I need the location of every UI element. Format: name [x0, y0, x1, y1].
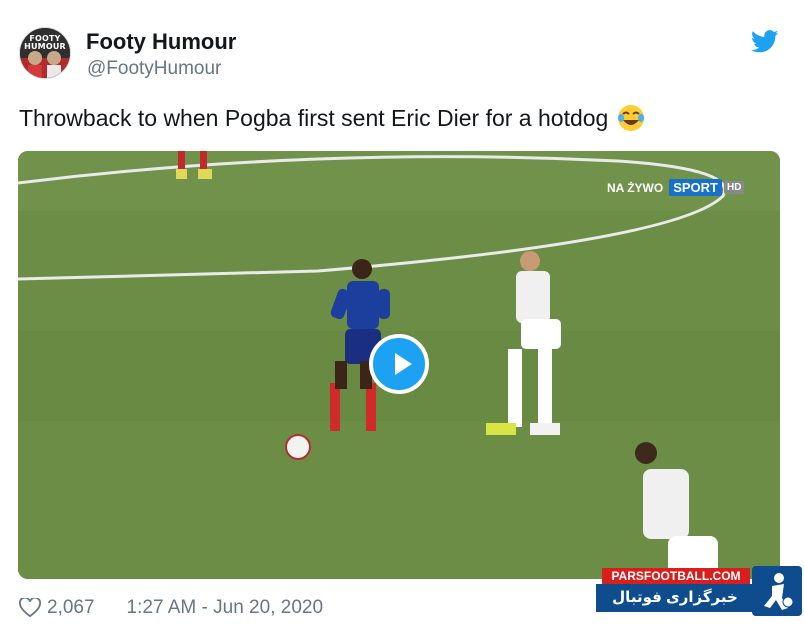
twitter-bird-icon[interactable] — [751, 30, 779, 53]
video-player[interactable]: NA ŻYWO SPORT HD — [18, 151, 780, 579]
watermark-tagline: خبرگزاری فوتبال ایران — [596, 584, 754, 634]
broadcast-overlay: NA ŻYWO SPORT HD — [607, 179, 745, 196]
user-handle[interactable]: @FootyHumour — [87, 58, 221, 80]
heart-icon[interactable] — [19, 598, 41, 618]
tweet-timestamp[interactable]: 1:27 AM - Jun 20, 2020 — [127, 597, 323, 619]
display-name[interactable]: Footy Humour — [86, 29, 236, 55]
face-with-tears-of-joy-icon — [618, 105, 645, 131]
like-count[interactable]: 2,067 — [47, 597, 95, 619]
watermark: PARSFOOTBALL.COM خبرگزاری فوتبال ایران — [596, 566, 804, 634]
watermark-site: PARSFOOTBALL.COM — [602, 568, 750, 584]
hd-badge: HD — [724, 181, 745, 194]
live-label: NA ŻYWO — [607, 180, 664, 195]
play-button[interactable] — [369, 334, 429, 394]
avatar[interactable]: FOOTY HUMOUR — [20, 28, 70, 78]
tweet-text: Throwback to when Pogba first sent Eric … — [19, 104, 609, 131]
channel-logo: SPORT — [669, 179, 723, 196]
watermark-logo-icon — [752, 566, 802, 616]
tweet-text-row: Throwback to when Pogba first sent Eric … — [19, 103, 646, 133]
tweet-footer: 2,067 1:27 AM - Jun 20, 2020 — [19, 597, 323, 619]
avatar-logo-text: FOOTY HUMOUR — [24, 34, 66, 51]
